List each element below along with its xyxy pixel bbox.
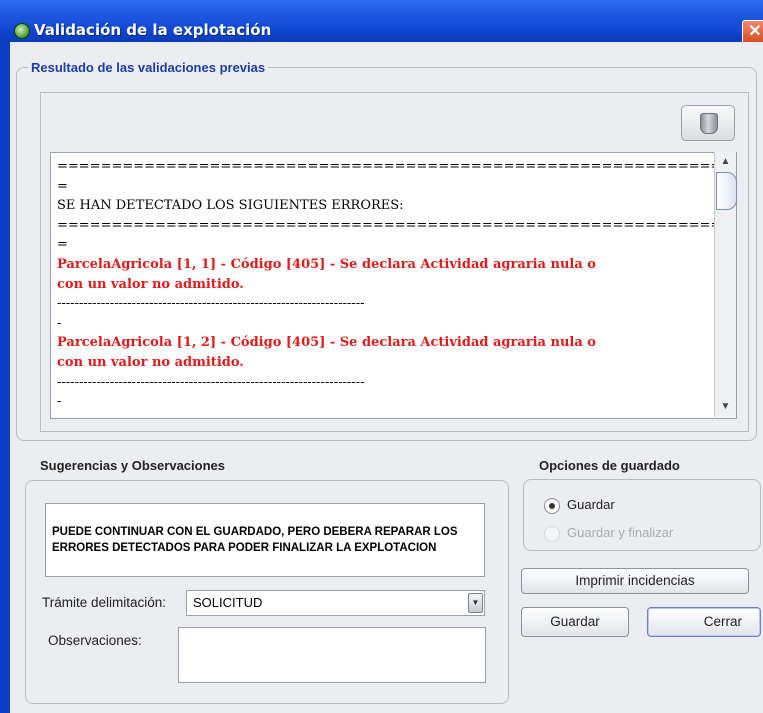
log-line: con un valor no admitido.	[57, 276, 244, 292]
log-line: ParcelaAgricola [1, 1] - Código [405] - …	[57, 256, 596, 272]
results-log: ========================================…	[57, 157, 736, 412]
log-line: ========================================…	[57, 217, 736, 233]
radio-guardar-finalizar-label[interactable]: Guardar y finalizar	[567, 525, 673, 540]
log-line: =	[57, 178, 68, 194]
log-line: -	[57, 394, 62, 410]
trash-icon	[700, 113, 718, 134]
results-scrollbar[interactable]: ▲ ▼	[714, 152, 737, 417]
tramite-selected-value: SOLICITUD	[193, 595, 263, 610]
close-button[interactable]: Cerrar	[647, 607, 761, 637]
log-line: ParcelaAgricola [1, 2] - Código [405] - …	[57, 335, 596, 351]
observaciones-label: Observaciones:	[48, 633, 142, 648]
clear-results-button[interactable]	[681, 105, 735, 141]
suggestions-message-box: PUEDE CONTINUAR CON EL GUARDADO, PERO DE…	[45, 503, 485, 577]
log-line: -	[57, 315, 62, 331]
suggestions-group-label: Sugerencias y Observaciones	[40, 458, 225, 473]
save-button[interactable]: Guardar	[521, 607, 629, 637]
tramite-select[interactable]: SOLICITUD ▼	[186, 590, 485, 616]
suggestions-message: PUEDE CONTINUAR CON EL GUARDADO, PERO DE…	[52, 526, 458, 554]
results-textarea[interactable]: ========================================…	[50, 152, 737, 419]
log-line: ----------------------------------------…	[57, 296, 365, 312]
log-line: ========================================…	[57, 159, 736, 174]
radio-guardar[interactable]	[544, 498, 560, 514]
tramite-label: Trámite delimitación:	[42, 595, 167, 610]
close-window-button[interactable]: ✕	[742, 20, 763, 44]
title-bar[interactable]: Validación de la explotación ✕	[0, 0, 763, 44]
log-line: ----------------------------------------…	[57, 374, 365, 390]
close-button-label: Cerrar	[703, 614, 742, 629]
scroll-down-arrow-icon[interactable]: ▼	[715, 397, 736, 417]
window-title: Validación de la explotación	[34, 21, 272, 39]
log-line: SE HAN DETECTADO LOS SIGUIENTES ERRORES:	[57, 198, 404, 214]
radio-guardar-finalizar[interactable]	[544, 526, 560, 542]
app-icon	[14, 23, 30, 39]
observaciones-field[interactable]	[178, 627, 486, 683]
dropdown-arrow-icon[interactable]: ▼	[468, 593, 483, 613]
scroll-thumb[interactable]	[716, 172, 737, 210]
scroll-up-arrow-icon[interactable]: ▲	[715, 152, 736, 172]
results-group-label: Resultado de las validaciones previas	[28, 60, 269, 75]
log-line: =	[57, 237, 68, 253]
radio-guardar-label[interactable]: Guardar	[567, 497, 615, 512]
print-incidents-button[interactable]: Imprimir incidencias	[521, 568, 749, 594]
save-options-label: Opciones de guardado	[539, 458, 680, 473]
log-line: con un valor no admitido.	[57, 354, 244, 370]
save-options-group	[523, 479, 761, 551]
